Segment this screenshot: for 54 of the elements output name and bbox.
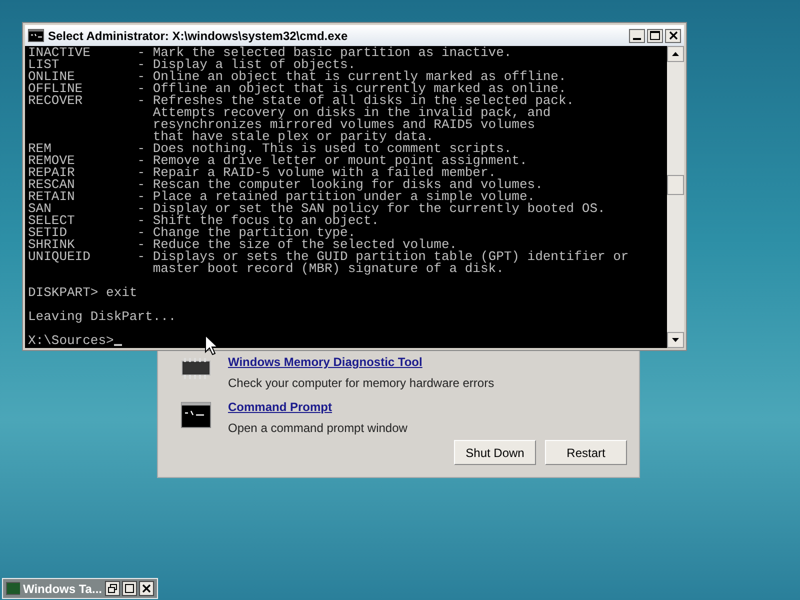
console-prompt: X:\Sources> [28,335,114,347]
text-cursor [114,344,122,346]
scroll-down-button[interactable] [667,332,684,348]
console-line: REM - Does nothing. This is used to comment scripts. [28,143,512,155]
close-icon [142,584,151,593]
console-line: INACTIVE - Mark the selected basic partition as inactive. [28,47,513,59]
console-line: SAN - Display or set the SAN policy for the currently booted OS. [28,203,606,215]
console-line: ONLINE - Online an object that is currently marked as offline. [28,71,568,83]
console-icon [181,402,211,428]
console-line: LIST - Display a list of objects. [28,59,356,71]
tool-link[interactable]: Command Prompt [228,398,332,416]
console-line: REPAIR - Repair a RAID-5 volume with a failed member. [28,167,496,179]
console-line: Attempts recovery on disks in the invalid pack, and [152,107,551,119]
restore-icon [108,584,117,593]
maximize-button[interactable] [122,581,137,596]
tool-link[interactable]: Windows Memory Diagnostic Tool [228,353,422,371]
up-arrow-icon [672,52,679,56]
restore-button[interactable] [105,581,120,596]
console-line: that have stale plex or parity data. [152,131,434,143]
tool-description: Open a command prompt window [228,420,408,437]
close-icon [668,31,678,40]
console-line: SELECT - Shift the focus to an object. [28,215,380,227]
console-line: RESCAN - Rescan the computer looking for disks and volumes. [28,179,544,191]
console-line: SETID - Change the partition type. [28,227,356,239]
scrollbar[interactable] [667,46,684,348]
dialog-button[interactable]: Shut Down [454,440,536,465]
window-title: Windows Ta... [22,580,102,598]
console-icon [28,29,44,42]
maximize-icon [125,584,134,593]
down-arrow-icon [672,338,679,342]
window-title: Select Administrator: X:\windows\system32\cmd.exe [48,28,348,44]
tool-description: Check your computer for memory hardware errors [228,375,494,392]
close-button[interactable] [665,28,681,42]
minimize-button[interactable] [629,28,645,42]
memory-chip-icon [181,357,211,381]
maximize-icon [650,31,660,40]
scroll-up-button[interactable] [667,46,684,62]
dialog-button[interactable]: Restart [545,440,627,465]
console-line: OFFLINE - Offline an object that is currently marked as online. [28,83,566,95]
console-line: Leaving DiskPart... [28,311,178,323]
console-line: RETAIN - Place a retained partition under a simple volume. [28,191,536,203]
console-line: SHRINK - Reduce the size of the selected volume. [28,239,458,251]
window-icon [6,582,20,595]
console-line: DISKPART> exit [28,287,138,299]
close-button[interactable] [139,581,154,596]
maximize-button[interactable] [647,28,663,42]
console-line: resynchronizes mirrored volumes and RAID5 volumes [152,119,536,131]
minimize-icon [633,38,641,40]
minimized-window[interactable]: Windows Ta... [2,578,158,599]
console-line: REMOVE - Remove a drive letter or mount point assignment. [28,155,528,167]
console-line: RECOVER - Refreshes the state of all disks in the selected pack. [28,95,576,107]
scroll-thumb[interactable] [667,175,684,195]
console-line: UNIQUEID - Displays or sets the GUID partition table (GPT) identifier or [28,251,630,263]
console-line: master boot record (MBR) signature of a disk. [152,263,504,275]
